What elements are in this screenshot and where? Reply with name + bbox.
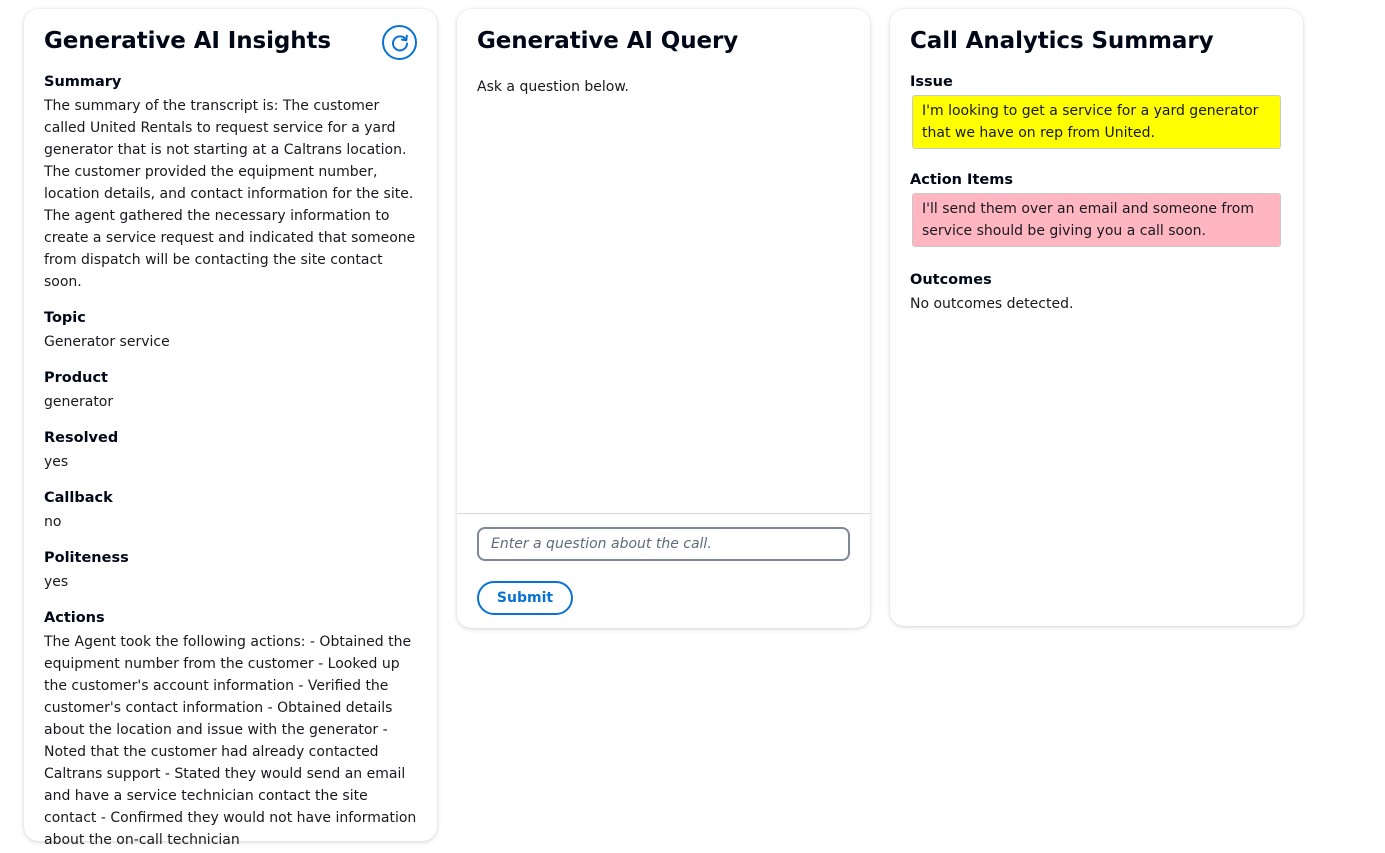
issue-label: Issue bbox=[910, 74, 953, 90]
outcomes-value: No outcomes detected. bbox=[910, 296, 1074, 312]
product-field: Product generator bbox=[44, 369, 417, 413]
insights-panel: Generative AI Insights Summary The summa… bbox=[24, 9, 437, 848]
politeness-label: Politeness bbox=[44, 550, 129, 566]
actions-field: Actions The Agent took the following act… bbox=[44, 609, 417, 851]
insights-title: Generative AI Insights bbox=[44, 28, 331, 54]
summary-value: The summary of the transcript is: The cu… bbox=[44, 98, 416, 290]
actions-label: Actions bbox=[44, 610, 105, 626]
action-items-highlight: I'll send them over an email and someone… bbox=[912, 193, 1281, 247]
resolved-label: Resolved bbox=[44, 430, 119, 446]
summary-field: Summary The summary of the transcript is… bbox=[44, 73, 417, 293]
topic-field: Topic Generator service bbox=[44, 309, 417, 353]
callback-field: Callback no bbox=[44, 489, 417, 533]
analytics-panel: Call Analytics Summary Issue I'm looking… bbox=[890, 9, 1303, 626]
refresh-icon bbox=[391, 34, 408, 51]
politeness-field: Politeness yes bbox=[44, 549, 417, 593]
product-value: generator bbox=[44, 394, 114, 410]
query-hint: Ask a question below. bbox=[477, 79, 629, 95]
resolved-field: Resolved yes bbox=[44, 429, 417, 473]
question-input[interactable] bbox=[477, 527, 850, 561]
resolved-value: yes bbox=[44, 454, 69, 470]
topic-value: Generator service bbox=[44, 334, 170, 350]
product-label: Product bbox=[44, 370, 108, 386]
query-title: Generative AI Query bbox=[477, 28, 739, 54]
summary-label: Summary bbox=[44, 74, 122, 90]
outcomes-label: Outcomes bbox=[910, 272, 992, 288]
issue-highlight: I'm looking to get a service for a yard … bbox=[912, 95, 1281, 149]
issue-field: Issue I'm looking to get a service for a… bbox=[910, 73, 1283, 149]
callback-label: Callback bbox=[44, 490, 113, 506]
action-items-field: Action Items I'll send them over an emai… bbox=[910, 171, 1283, 247]
query-body: Generative AI Query Ask a question below… bbox=[457, 9, 870, 514]
refresh-button[interactable] bbox=[382, 25, 417, 60]
query-divider bbox=[457, 513, 870, 514]
outcomes-field: Outcomes No outcomes detected. bbox=[910, 271, 1283, 315]
politeness-value: yes bbox=[44, 574, 69, 590]
analytics-title: Call Analytics Summary bbox=[910, 28, 1214, 54]
topic-label: Topic bbox=[44, 310, 86, 326]
query-panel: Generative AI Query Ask a question below… bbox=[457, 9, 870, 628]
submit-button[interactable]: Submit bbox=[477, 581, 573, 615]
callback-value: no bbox=[44, 514, 62, 530]
actions-value: The Agent took the following actions: - … bbox=[44, 634, 417, 848]
action-items-label: Action Items bbox=[910, 172, 1013, 188]
